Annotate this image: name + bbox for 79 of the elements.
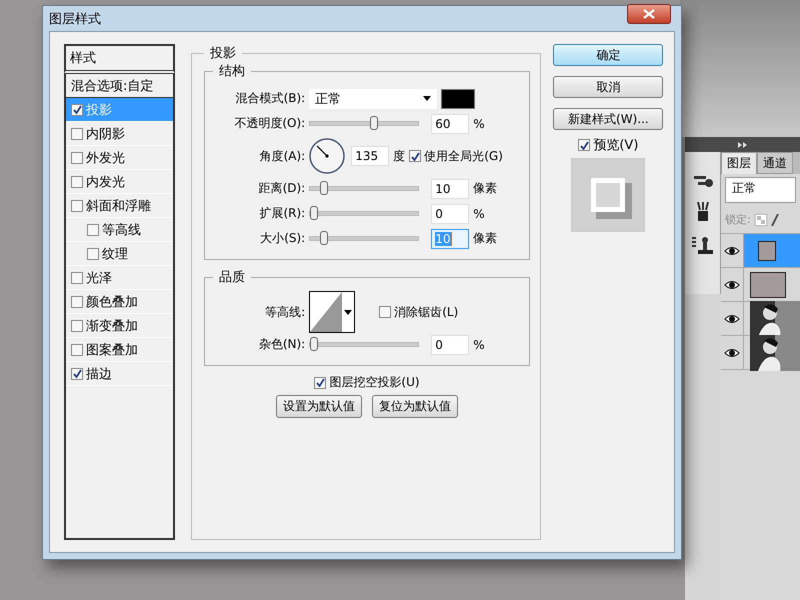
panel-tab[interactable]: 图层	[721, 152, 757, 174]
layer-row[interactable]	[721, 336, 800, 370]
contour-picker[interactable]	[309, 291, 356, 333]
eye-icon[interactable]	[724, 246, 740, 256]
slider-thumb[interactable]	[370, 116, 378, 130]
dialog-button[interactable]: 取消	[553, 76, 664, 98]
eye-icon[interactable]	[724, 314, 740, 324]
check-icon	[580, 140, 589, 150]
layer-thumbnail	[750, 272, 786, 298]
dialog-button[interactable]: 新建样式(W)...	[553, 108, 664, 130]
style-item[interactable]: 图案叠加	[66, 338, 174, 362]
angle-dial[interactable]	[309, 138, 346, 174]
collapse-icon[interactable]	[738, 142, 748, 148]
default-button[interactable]: 设置为默认值	[276, 395, 362, 418]
layer-row[interactable]	[721, 234, 800, 268]
stamp-icon[interactable]	[690, 236, 714, 256]
styles-header: 样式	[64, 44, 176, 74]
close-icon	[643, 8, 655, 18]
unit-label: 像素	[473, 230, 498, 247]
layer-thumbnail	[758, 240, 776, 260]
style-item[interactable]: 颜色叠加	[66, 290, 174, 314]
eye-icon[interactable]	[724, 348, 740, 358]
blend-mode-dropdown[interactable]: 正常	[309, 88, 438, 108]
blend-mode-dropdown[interactable]: 正常	[725, 177, 796, 203]
layer-row[interactable]	[721, 302, 800, 336]
lock-label: 锁定:	[725, 212, 751, 227]
slider-thumb[interactable]	[310, 337, 318, 351]
dialog-button[interactable]: 确定	[553, 44, 664, 66]
anti-alias-checkbox[interactable]: 消除锯齿(L)	[379, 304, 458, 320]
field-label: 杂色(N):	[258, 336, 306, 353]
style-item[interactable]: 描边	[66, 362, 174, 386]
unit-label: 像素	[473, 180, 498, 197]
style-item[interactable]: 内阴影	[66, 122, 174, 146]
field-label: 距离(D):	[258, 180, 306, 197]
caret-icon	[344, 310, 352, 314]
checker-icon[interactable]	[754, 214, 767, 226]
close-button[interactable]	[627, 4, 671, 24]
style-item[interactable]: 渐变叠加	[66, 314, 174, 338]
style-item[interactable]: 内发光	[66, 170, 174, 194]
style-item[interactable]: 斜面和浮雕	[66, 194, 174, 218]
field-label: 大小(S):	[259, 230, 306, 247]
unit-label: 度	[393, 148, 406, 164]
value-field[interactable]: 60	[431, 114, 470, 134]
value-field[interactable]: 135	[351, 146, 390, 166]
style-item[interactable]: 光泽	[66, 266, 174, 290]
caret-icon	[423, 96, 432, 101]
color-swatch[interactable]	[441, 88, 476, 108]
style-item[interactable]: 等高线	[66, 218, 174, 242]
default-button[interactable]: 复位为默认值	[372, 395, 458, 418]
value-field[interactable]: 0	[431, 334, 470, 354]
slider-thumb[interactable]	[320, 231, 328, 245]
value-field[interactable]: 10	[431, 178, 470, 198]
slider-thumb[interactable]	[310, 206, 318, 220]
eye-icon[interactable]	[724, 280, 740, 290]
slider-thumb[interactable]	[320, 181, 328, 195]
check-icon	[72, 105, 82, 114]
group-title: 投影	[209, 45, 238, 62]
check-icon	[316, 378, 325, 387]
value-field[interactable]: 0	[431, 204, 470, 224]
brushes-icon[interactable]	[694, 202, 710, 222]
group-title: 结构	[218, 63, 246, 80]
check-icon	[410, 152, 420, 160]
unit-label: %	[473, 206, 485, 220]
field-label: 混合模式(B):	[234, 90, 306, 107]
unit-label: %	[473, 338, 485, 352]
unit-label: %	[473, 116, 485, 130]
field-label: 不透明度(O):	[233, 115, 306, 132]
field-label: 等高线:	[264, 304, 306, 320]
style-item[interactable]: 外发光	[66, 146, 174, 170]
global-light-checkbox[interactable]: 使用全局光(G)	[409, 148, 503, 164]
field-label: 角度(A):	[258, 148, 306, 164]
style-item[interactable]: 纹理	[66, 242, 174, 266]
field-label: 扩展(R):	[258, 205, 306, 222]
check-icon	[72, 369, 82, 378]
group-title: 品质	[218, 269, 246, 286]
panel-tab[interactable]: 通道	[757, 152, 793, 174]
knockout-checkbox[interactable]: 图层挖空投影(U)	[314, 374, 420, 391]
preview-checkbox[interactable]: 预览(V)	[578, 136, 638, 154]
window-title: 图层样式	[49, 10, 101, 28]
